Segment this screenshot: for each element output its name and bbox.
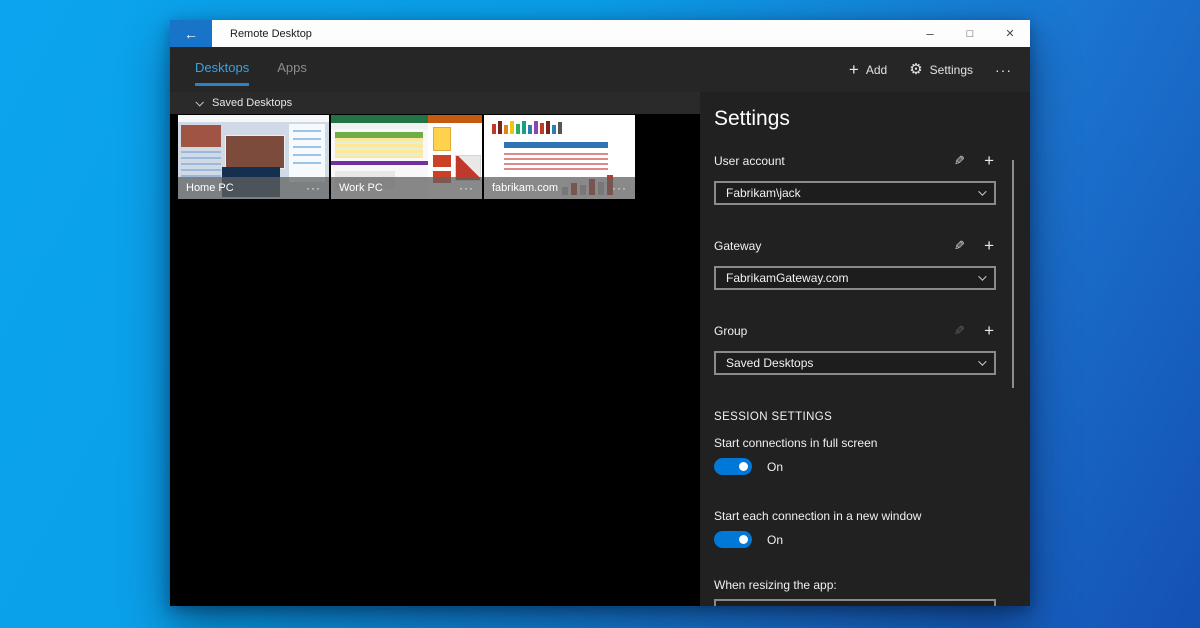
desktop-tile-work-pc[interactable]: Work PC ··· [331,115,482,199]
resize-behavior-dropdown[interactable]: Stretch the content, preserving aspect r… [714,599,996,606]
edit-user-account-icon[interactable]: ✎ [954,153,965,169]
desktop-name: Home PC [186,182,234,194]
gateway-label: Gateway [714,239,761,253]
more-options-button[interactable]: ··· [995,62,1012,78]
desktop-tile-home-pc[interactable]: Home PC ··· [178,115,329,199]
session-settings-heading: SESSION SETTINGS [714,411,996,423]
group-header-label: Saved Desktops [212,97,292,109]
window-title: Remote Desktop [230,28,312,40]
tab-desktops-label: Desktops [195,60,249,75]
add-button[interactable]: + Add [849,61,887,78]
tile-more-icon[interactable]: ··· [459,181,474,195]
group-dropdown[interactable]: Saved Desktops [714,351,996,375]
fullscreen-toggle[interactable] [714,458,752,475]
chevron-down-icon [978,357,986,365]
user-account-dropdown[interactable]: Fabrikam\jack [714,181,996,205]
chevron-down-icon [978,272,986,280]
app-body: Desktops Apps + Add ⚙ Settings ··· [170,47,1030,606]
new-window-toggle[interactable] [714,531,752,548]
settings-panel: Settings User account ✎ + Fabrikam\jack [700,92,1030,606]
thumbnail-label-bar: fabrikam.com ··· [484,177,635,199]
user-account-label: User account [714,154,785,168]
resize-behavior-label: When resizing the app: [714,578,996,592]
tile-more-icon[interactable]: ··· [306,181,321,195]
desktop-thumbnails: Home PC ··· [170,114,700,199]
title-bar: ← Remote Desktop – □ ✕ [170,20,1030,47]
chevron-down-icon [978,605,986,606]
main-content: Saved Desktops Home PC [170,92,1030,606]
thumbnail-label-bar: Work PC ··· [331,177,482,199]
fullscreen-toggle-state: On [767,460,783,474]
gateway-dropdown[interactable]: FabrikamGateway.com [714,266,996,290]
header-actions: + Add ⚙ Settings ··· [849,47,1030,92]
chevron-down-icon [978,187,986,195]
toggle-knob [739,535,748,544]
thumbnail-label-bar: Home PC ··· [178,177,329,199]
tab-desktops[interactable]: Desktops [195,47,249,86]
fullscreen-toggle-label: Start connections in full screen [714,436,996,450]
group-value: Saved Desktops [726,356,813,370]
gear-icon: ⚙ [909,62,922,77]
toggle-knob [739,462,748,471]
user-account-field: User account ✎ + Fabrikam\jack [714,152,996,205]
tile-more-icon[interactable]: ··· [612,181,627,195]
settings-scrollbar[interactable] [1012,160,1014,388]
group-label: Group [714,324,747,338]
edit-gateway-icon[interactable]: ✎ [954,238,965,254]
tab-apps-label: Apps [277,60,307,75]
desktop-background: ← Remote Desktop – □ ✕ Desktops Apps [0,0,1200,628]
maximize-button[interactable]: □ [950,20,990,47]
settings-title: Settings [714,106,996,132]
resize-behavior-value: Stretch the content, preserving aspect r… [726,604,955,606]
add-label: Add [866,63,887,77]
back-button[interactable]: ← [170,20,212,47]
remote-desktop-window: ← Remote Desktop – □ ✕ Desktops Apps [170,20,1030,606]
desktop-name: Work PC [339,182,383,194]
back-icon: ← [184,26,198,42]
add-gateway-icon[interactable]: + [984,237,994,254]
desktops-panel: Saved Desktops Home PC [170,92,700,606]
new-window-toggle-group: Start each connection in a new window On [714,509,996,548]
chevron-down-icon [195,98,203,106]
settings-button[interactable]: ⚙ Settings [909,62,973,77]
new-window-toggle-label: Start each connection in a new window [714,509,996,523]
fullscreen-toggle-group: Start connections in full screen On [714,436,996,475]
window-controls: – □ ✕ [910,20,1030,47]
tab-apps[interactable]: Apps [277,47,307,86]
group-field: Group ✎ + Saved Desktops [714,322,996,375]
gateway-field: Gateway ✎ + FabrikamGateway.com [714,237,996,290]
desktop-tile-fabrikam[interactable]: fabrikam.com ··· [484,115,635,199]
new-window-toggle-state: On [767,533,783,547]
minimize-button[interactable]: – [910,20,950,47]
user-account-value: Fabrikam\jack [726,186,801,200]
edit-group-icon: ✎ [954,323,965,339]
add-group-icon[interactable]: + [984,322,994,339]
desktop-name: fabrikam.com [492,182,558,194]
plus-icon: + [849,61,859,78]
settings-label: Settings [930,63,973,77]
gateway-value: FabrikamGateway.com [726,271,848,285]
app-header: Desktops Apps + Add ⚙ Settings ··· [170,47,1030,92]
add-user-account-icon[interactable]: + [984,152,994,169]
close-button[interactable]: ✕ [990,20,1030,47]
tab-bar: Desktops Apps [195,47,307,92]
saved-desktops-header[interactable]: Saved Desktops [170,92,700,114]
